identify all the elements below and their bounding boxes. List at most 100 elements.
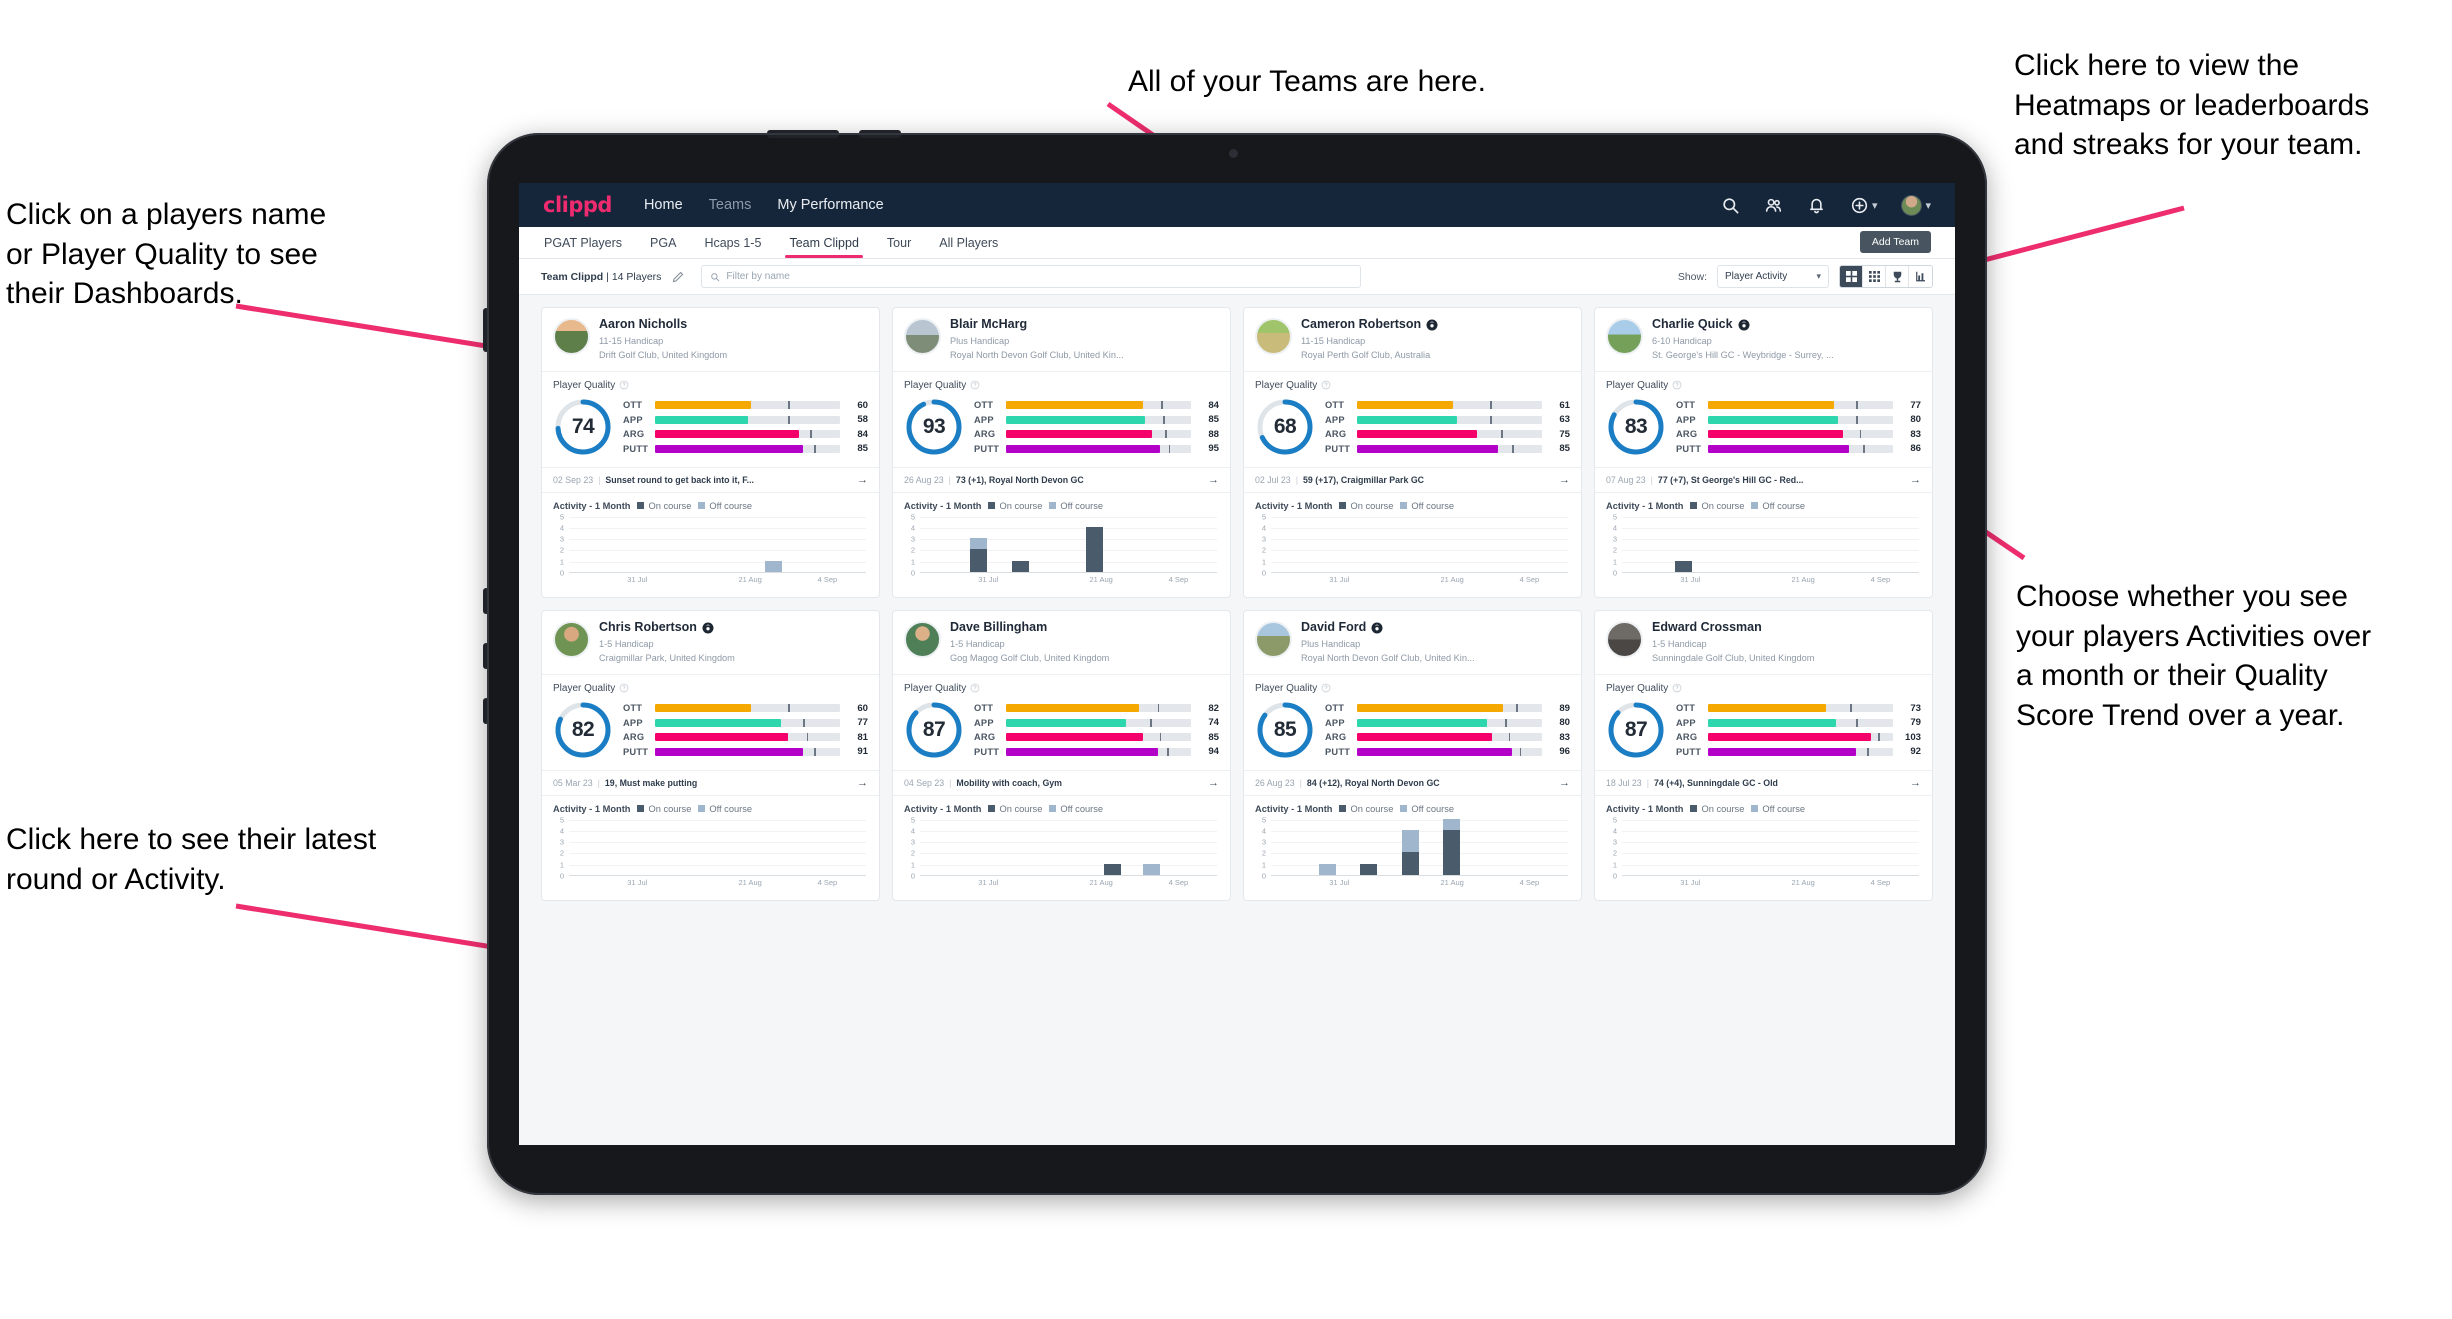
arrow-right-icon[interactable]: →	[857, 777, 868, 789]
player-name[interactable]: Blair McHarg	[950, 317, 1124, 332]
player-card[interactable]: Blair McHarg Plus Handicap Royal North Dev…	[892, 307, 1231, 598]
player-quality-body[interactable]: 87 OTT 82 APP 74 ARG 85 PUTT 94	[893, 698, 1230, 770]
player-card[interactable]: Dave Billingham 1-5 Handicap Gog Magog Gol…	[892, 609, 1231, 901]
player-card[interactable]: Chris Robertson 1-5 Handicap Craigmillar P…	[541, 609, 880, 901]
help-icon[interactable]	[1321, 380, 1331, 390]
help-icon[interactable]	[1321, 683, 1331, 693]
player-card-header[interactable]: Chris Robertson 1-5 Handicap Craigmillar P…	[542, 611, 879, 674]
arrow-right-icon[interactable]: →	[1559, 474, 1570, 486]
player-avatar[interactable]	[1255, 620, 1292, 658]
help-icon[interactable]	[970, 380, 980, 390]
nav-teams[interactable]: Teams	[709, 197, 752, 213]
profile-menu[interactable]: ▾	[1901, 194, 1931, 216]
help-icon[interactable]	[619, 683, 629, 693]
player-name[interactable]: Aaron Nicholls	[599, 317, 727, 332]
latest-round-row[interactable]: 26 Aug 23 | 84 (+12), Royal North Devon GC…	[1244, 769, 1581, 796]
player-name[interactable]: Chris Robertson	[599, 620, 735, 635]
edit-pencil-icon[interactable]	[671, 270, 685, 284]
player-quality-section[interactable]: Player Quality	[542, 675, 879, 698]
player-avatar[interactable]	[1606, 620, 1643, 658]
player-card[interactable]: David Ford Plus Handicap Royal North Devon…	[1243, 609, 1582, 901]
player-avatar[interactable]	[904, 620, 941, 658]
tab-pgat-players[interactable]: PGAT Players	[543, 229, 623, 257]
clippd-logo[interactable]: clippd	[543, 193, 612, 217]
help-icon[interactable]	[970, 683, 980, 693]
player-avatar[interactable]	[904, 318, 941, 355]
view-trophy-button[interactable]	[1886, 266, 1909, 287]
player-card[interactable]: Cameron Robertson 11-15 Handicap Royal Per…	[1243, 307, 1582, 598]
latest-round-row[interactable]: 18 Jul 23 | 74 (+4), Sunningdale GC - Old →	[1595, 769, 1932, 796]
player-avatar[interactable]	[1606, 318, 1643, 355]
player-quality-section[interactable]: Player Quality	[1244, 372, 1581, 395]
arrow-right-icon[interactable]: →	[1910, 777, 1921, 789]
nav-my-performance[interactable]: My Performance	[777, 197, 883, 213]
player-avatar[interactable]	[553, 318, 590, 355]
nav-home[interactable]: Home	[644, 197, 683, 213]
view-grid-small-button[interactable]	[1863, 266, 1886, 287]
help-icon[interactable]	[1672, 683, 1682, 693]
arrow-right-icon[interactable]: →	[857, 474, 868, 486]
people-icon[interactable]	[1764, 196, 1783, 215]
plus-circle-icon[interactable]	[1850, 196, 1869, 215]
player-quality-section[interactable]: Player Quality	[1244, 675, 1581, 698]
player-quality-body[interactable]: 74 OTT 60 APP 58 ARG 84 PUTT 85	[542, 395, 879, 467]
player-card[interactable]: Charlie Quick 6-10 Handicap St. George's H…	[1594, 307, 1933, 598]
player-name[interactable]: Charlie Quick	[1652, 317, 1834, 332]
player-card-header[interactable]: David Ford Plus Handicap Royal North Devon…	[1244, 611, 1581, 674]
player-name[interactable]: David Ford	[1301, 620, 1475, 635]
search-icon[interactable]	[1721, 196, 1740, 215]
tab-hcaps-1-5[interactable]: Hcaps 1-5	[703, 229, 762, 257]
player-card[interactable]: Aaron Nicholls 11-15 Handicap Drift Golf C…	[541, 307, 880, 598]
arrow-right-icon[interactable]: →	[1208, 474, 1219, 486]
view-grid-large-button[interactable]	[1840, 266, 1863, 287]
view-chart-button[interactable]	[1909, 266, 1932, 287]
player-quality-section[interactable]: Player Quality	[893, 675, 1230, 698]
tab-all-players[interactable]: All Players	[938, 229, 999, 257]
show-select[interactable]: Player Activity ▾	[1717, 265, 1829, 288]
search-input[interactable]: Filter by name	[701, 265, 1362, 288]
player-card-header[interactable]: Dave Billingham 1-5 Handicap Gog Magog Gol…	[893, 611, 1230, 674]
player-quality-body[interactable]: 87 OTT 73 APP 79 ARG 103 PUTT 92	[1595, 698, 1932, 770]
player-quality-body[interactable]: 83 OTT 77 APP 80 ARG 83 PUTT 86	[1595, 395, 1932, 467]
arrow-right-icon[interactable]: →	[1910, 474, 1921, 486]
player-quality-body[interactable]: 85 OTT 89 APP 80 ARG 83 PUTT 96	[1244, 698, 1581, 770]
help-icon[interactable]	[1672, 380, 1682, 390]
latest-round-row[interactable]: 04 Sep 23 | Mobility with coach, Gym →	[893, 769, 1230, 796]
avatar[interactable]	[1901, 194, 1923, 216]
player-card-header[interactable]: Aaron Nicholls 11-15 Handicap Drift Golf C…	[542, 308, 879, 371]
player-card[interactable]: Edward Crossman 1-5 Handicap Sunningdale G…	[1594, 609, 1933, 901]
latest-round-row[interactable]: 02 Jul 23 | 59 (+17), Craigmillar Park GC →	[1244, 466, 1581, 493]
player-card-header[interactable]: Charlie Quick 6-10 Handicap St. George's H…	[1595, 308, 1932, 371]
player-quality-section[interactable]: Player Quality	[893, 372, 1230, 395]
player-quality-section[interactable]: Player Quality	[1595, 675, 1932, 698]
player-name[interactable]: Cameron Robertson	[1301, 317, 1438, 332]
player-quality-body[interactable]: 68 OTT 61 APP 63 ARG 75 PUTT 85	[1244, 395, 1581, 467]
quality-score-value: 74	[571, 414, 595, 438]
tab-tour[interactable]: Tour	[886, 229, 912, 257]
latest-round-row[interactable]: 05 Mar 23 | 19, Must make putting →	[542, 769, 879, 796]
arrow-right-icon[interactable]: →	[1208, 777, 1219, 789]
player-name[interactable]: Edward Crossman	[1652, 620, 1814, 635]
help-icon[interactable]	[619, 380, 629, 390]
player-name[interactable]: Dave Billingham	[950, 620, 1109, 635]
player-quality-section[interactable]: Player Quality	[1595, 372, 1932, 395]
player-card-header[interactable]: Blair McHarg Plus Handicap Royal North Dev…	[893, 308, 1230, 371]
quality-score-value: 85	[1273, 717, 1297, 741]
player-avatar[interactable]	[553, 620, 590, 658]
player-quality-section[interactable]: Player Quality	[542, 372, 879, 395]
player-card-header[interactable]: Cameron Robertson 11-15 Handicap Royal Per…	[1244, 308, 1581, 371]
latest-round-row[interactable]: 26 Aug 23 | 73 (+1), Royal North Devon GC →	[893, 466, 1230, 493]
metric-label: APP	[1676, 414, 1696, 425]
tab-pga[interactable]: PGA	[649, 229, 677, 257]
player-card-header[interactable]: Edward Crossman 1-5 Handicap Sunningdale G…	[1595, 611, 1932, 674]
bell-icon[interactable]	[1807, 196, 1826, 215]
latest-round-row[interactable]: 02 Sep 23 | Sunset round to get back into …	[542, 466, 879, 493]
player-quality-body[interactable]: 93 OTT 84 APP 85 ARG 88 PUTT 95	[893, 395, 1230, 467]
tab-team-clippd[interactable]: Team Clippd	[785, 229, 864, 258]
latest-round-row[interactable]: 07 Aug 23 | 77 (+7), St George's Hill GC -…	[1595, 466, 1932, 493]
arrow-right-icon[interactable]: →	[1559, 777, 1570, 789]
player-avatar[interactable]	[1255, 318, 1292, 355]
add-menu[interactable]: ▾	[1850, 196, 1877, 215]
add-team-button[interactable]: Add Team	[1859, 231, 1931, 253]
player-quality-body[interactable]: 82 OTT 60 APP 77 ARG 81 PUTT 91	[542, 698, 879, 770]
